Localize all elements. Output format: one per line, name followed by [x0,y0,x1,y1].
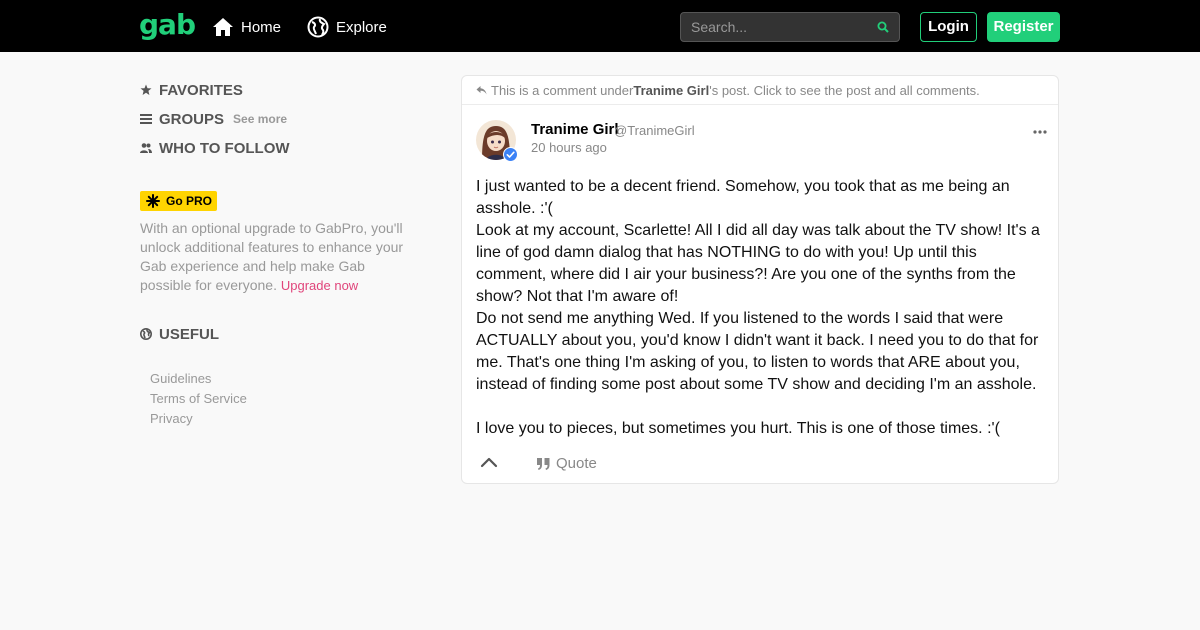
privacy-link[interactable]: Privacy [150,409,247,429]
search-icon[interactable] [877,21,889,33]
home-icon [213,18,233,36]
terms-of-service-link[interactable]: Terms of Service [150,389,247,409]
groups-label: GROUPS [159,110,225,128]
quote-label: Quote [556,455,597,472]
comment-note-prefix: This is a comment under [491,82,634,98]
pro-description: With an optional upgrade to GabPro, you'… [140,219,410,295]
gab-logo[interactable]: gab [139,9,196,41]
comment-note-author: Tranime Girl [633,82,710,98]
post-card: This is a comment under Tranime Girl 's … [461,75,1059,484]
nav-home[interactable]: Home [212,16,281,38]
login-button[interactable]: Login [920,12,977,42]
sidebar-item-useful: USEFUL [140,325,219,343]
favorites-label: FAVORITES [159,81,243,99]
useful-label: USEFUL [159,325,219,343]
post-paragraph: I love you to pieces, but sometimes you … [476,420,1000,437]
more-options-icon[interactable] [1032,126,1048,138]
comment-context-banner[interactable]: This is a comment under Tranime Girl 's … [462,76,1058,105]
nav-explore[interactable]: Explore [307,16,387,38]
groups-see-more-link[interactable]: See more [233,112,287,126]
reply-icon [476,85,487,94]
verified-badge-icon [503,147,518,162]
chevron-up-icon[interactable] [480,456,498,468]
sidebar-item-who-to-follow[interactable]: WHO TO FOLLOW [140,139,290,157]
post-paragraph [476,396,1050,418]
nav-home-label: Home [241,18,282,36]
post-paragraph: Do not send me anything Wed. If you list… [476,310,1039,393]
list-icon [140,114,152,124]
guidelines-link[interactable]: Guidelines [150,369,247,389]
top-navbar: gab Home Explore Login Register [0,0,1200,52]
quote-button[interactable]: Quote [537,455,597,472]
globe-icon [307,16,329,38]
post-timestamp[interactable]: 20 hours ago [531,140,607,155]
asterisk-icon [146,194,160,208]
comment-note-suffix: 's post. Click to see the post and all c… [709,82,980,98]
globe-icon [140,328,152,340]
search-input[interactable] [681,13,871,41]
post-author-handle[interactable]: @TranimeGirl [614,123,695,138]
upgrade-now-link[interactable]: Upgrade now [281,278,358,293]
go-pro-badge[interactable]: Go PRO [140,191,217,211]
quote-icon [537,457,550,470]
post-author-name[interactable]: Tranime Girl [531,121,619,138]
nav-explore-label: Explore [336,18,387,36]
sidebar-item-favorites[interactable]: FAVORITES [140,81,243,99]
sidebar-item-groups[interactable]: GROUPS See more [140,110,287,128]
post-paragraph: Look at my account, Scarlette! All I did… [476,222,1040,305]
post-paragraph: I just wanted to be a decent friend. Som… [476,178,1010,217]
footer-links: Guidelines Terms of Service Privacy [150,369,247,429]
search-box [680,12,900,42]
go-pro-label: Go PRO [166,194,213,208]
who-to-follow-label: WHO TO FOLLOW [159,139,290,157]
register-button[interactable]: Register [987,12,1060,42]
users-icon [140,143,152,153]
pro-description-text: With an optional upgrade to GabPro, you'… [140,220,404,293]
post-body: I just wanted to be a decent friend. Som… [476,176,1050,440]
star-icon [140,84,152,95]
